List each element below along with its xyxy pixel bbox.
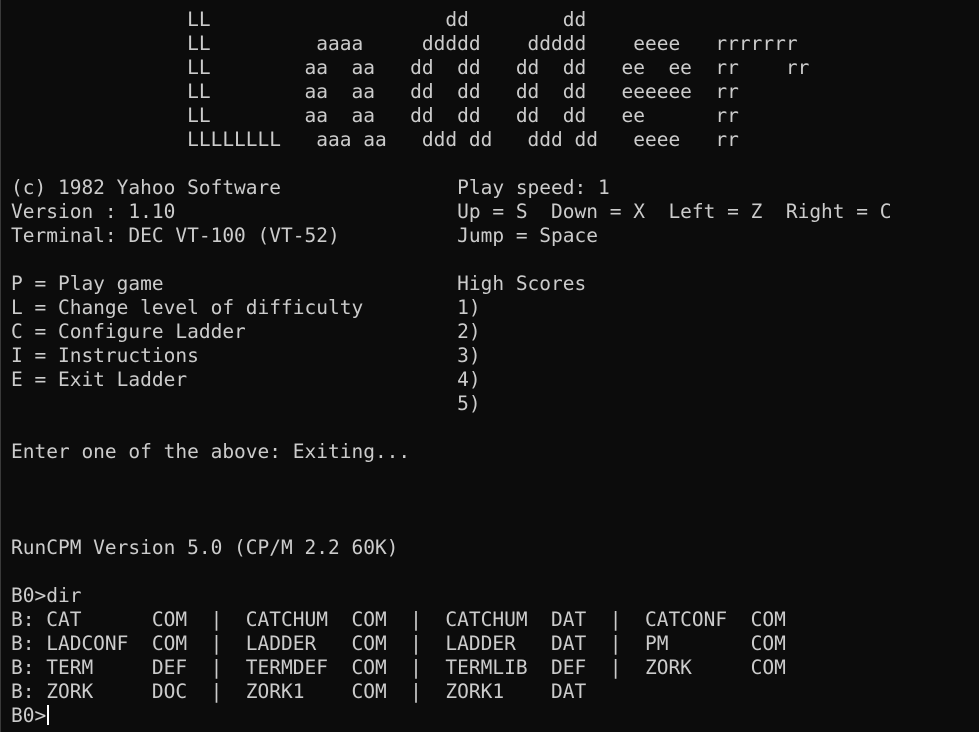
runcpm-version-line: RunCPM Version 5.0 (CP/M 2.2 60K) <box>11 536 399 559</box>
menu-line-exit: E = Exit Ladder 4) <box>11 368 481 391</box>
banner-line-1: LL dd dd <box>11 8 587 31</box>
dir-listing-line-3: B: TERM DEF | TERMDEF COM | TERMLIB DEF … <box>11 656 786 679</box>
menu-line-configure: C = Configure Ladder 2) <box>11 320 481 343</box>
command-prompt-line[interactable]: B0> <box>11 704 979 728</box>
menu-line-play: P = Play game High Scores <box>11 272 587 295</box>
dir-listing-line-4: B: ZORK DOC | ZORK1 COM | ZORK1 DAT <box>11 680 587 703</box>
banner-line-6: LLLLLLLL aaa aa ddd dd ddd dd eeee rr <box>11 128 739 151</box>
banner-line-5: LL aa aa dd dd dd dd ee rr <box>11 104 739 127</box>
dir-listing-line-2: B: LADCONF COM | LADDER COM | LADDER DAT… <box>11 632 786 655</box>
dir-command-line: B0>dir <box>11 584 82 607</box>
banner-line-3: LL aa aa dd dd dd dd ee ee rr rr <box>11 56 810 79</box>
banner-line-2: LL aaaa ddddd ddddd eeee rrrrrrr <box>11 32 798 55</box>
high-score-line-5: 5) <box>11 392 481 415</box>
exit-message-line: Enter one of the above: Exiting... <box>11 440 411 463</box>
dir-listing-line-1: B: CAT COM | CATCHUM COM | CATCHUM DAT |… <box>11 608 786 631</box>
copyright-line: (c) 1982 Yahoo Software Play speed: 1 <box>11 176 610 199</box>
command-prompt: B0> <box>11 704 47 727</box>
menu-line-level: L = Change level of difficulty 1) <box>11 296 481 319</box>
terminal-type-line: Terminal: DEC VT-100 (VT-52) Jump = Spac… <box>11 224 598 247</box>
version-line: Version : 1.10 Up = S Down = X Left = Z … <box>11 200 892 223</box>
window-left-border <box>0 0 1 732</box>
terminal-window[interactable]: LL dd dd LL aaaa ddddd ddddd eeee rrrrrr… <box>0 0 979 732</box>
text-cursor <box>47 705 50 725</box>
menu-line-instructions: I = Instructions 3) <box>11 344 481 367</box>
banner-line-4: LL aa aa dd dd dd dd eeeeee rr <box>11 80 739 103</box>
